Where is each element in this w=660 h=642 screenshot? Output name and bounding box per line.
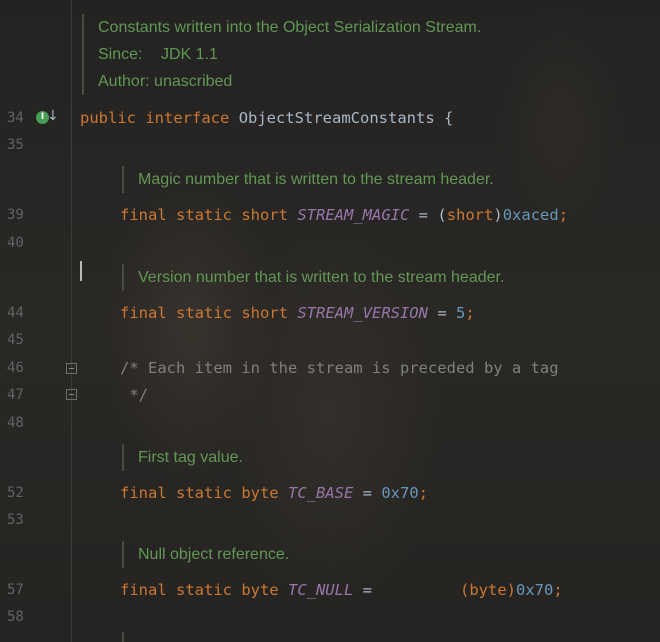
semicolon: ; [558, 206, 569, 224]
constant-name[interactable]: TC_NULL [288, 581, 353, 599]
line-number[interactable]: 47 [7, 385, 37, 405]
fold-expand-icon[interactable] [66, 389, 77, 400]
interface-doc-comment: Constants written into the Object Serial… [82, 14, 481, 95]
line-number[interactable]: 39 [7, 205, 37, 225]
tc-null-doc: Null object reference. [122, 541, 289, 568]
line-number[interactable]: 35 [7, 135, 37, 155]
interface-declaration[interactable]: public interface ObjectStreamConstants { [80, 108, 453, 128]
cast-type: (byte) [460, 581, 516, 599]
doc-text: First tag value. [138, 449, 243, 466]
stream-version-doc: Version number that is written to the st… [122, 264, 504, 291]
line-number[interactable]: 52 [7, 483, 37, 503]
semicolon: ; [553, 581, 563, 599]
tc-base-line[interactable]: final static byte TC_BASE = 0x70; [120, 483, 428, 503]
doc-text: Version number that is written to the st… [138, 269, 505, 286]
modifiers: final static byte [120, 484, 279, 502]
interface-name[interactable]: ObjectStreamConstants [239, 109, 435, 127]
block-comment-line-1[interactable]: /* Each item in the stream is preceded b… [120, 358, 559, 378]
semicolon: ; [465, 304, 475, 322]
semicolon: ; [418, 484, 429, 502]
cast-type: short [446, 206, 494, 224]
paren-open: ( [437, 206, 447, 224]
line-number[interactable]: 44 [7, 303, 37, 323]
open-brace: { [444, 109, 454, 127]
constant-name[interactable]: TC_BASE [288, 484, 353, 502]
block-comment-line-2[interactable]: */ [120, 385, 148, 405]
modifiers: final static short [120, 304, 288, 322]
doc-author-value: unascribed [154, 73, 233, 90]
line-number[interactable]: 46 [7, 358, 37, 378]
line-number[interactable]: 40 [7, 233, 37, 253]
paren-close: ) [493, 206, 503, 224]
numeric-value: 0x70 [516, 581, 554, 599]
doc-description: Constants written into the Object Serial… [98, 19, 482, 36]
doc-author-row: Author: unascribed [98, 68, 481, 95]
numeric-value: 5 [456, 304, 466, 322]
doc-text: Null object reference. [138, 546, 290, 563]
constant-name[interactable]: STREAM_MAGIC [297, 206, 409, 224]
modifiers: final static short [120, 206, 288, 224]
line-number[interactable]: 48 [7, 413, 37, 433]
constant-name[interactable]: STREAM_VERSION [297, 304, 428, 322]
line-number[interactable]: 57 [7, 580, 37, 600]
tc-null-line[interactable]: final static byte TC_NULL = (byte)0x70; [120, 580, 563, 600]
equals: = [362, 484, 372, 502]
stream-magic-line[interactable]: final static short STREAM_MAGIC = (short… [120, 205, 568, 225]
numeric-value: 0x70 [381, 484, 419, 502]
numeric-value: 0xaced [502, 206, 559, 224]
keyword-public: public [80, 109, 136, 127]
stream-version-line[interactable]: final static short STREAM_VERSION = 5; [120, 303, 475, 323]
doc-text: Magic number that is written to the stre… [138, 171, 494, 188]
line-number[interactable]: 34 [7, 108, 37, 128]
stream-magic-doc: Magic number that is written to the stre… [122, 166, 494, 193]
line-number[interactable]: 58 [7, 607, 37, 627]
doc-author-label: Author: [98, 73, 150, 90]
line-number[interactable]: 53 [7, 510, 37, 530]
doc-since-label: Since: [98, 46, 143, 63]
equals: = [418, 206, 428, 224]
modifiers: final static byte [120, 581, 279, 599]
tc-base-doc: First tag value. [122, 444, 243, 471]
fold-collapse-icon[interactable] [66, 363, 77, 374]
gutter-divider [71, 0, 72, 642]
navigate-down-arrow-icon[interactable]: ↓ [47, 108, 59, 124]
doc-since-row: Since: JDK 1.1 [98, 41, 481, 68]
text-caret [80, 261, 82, 281]
line-number[interactable]: 45 [7, 330, 37, 350]
doc-since-value: JDK 1.1 [161, 46, 218, 63]
next-doc-border [122, 632, 124, 642]
equals: = [437, 304, 447, 322]
keyword-interface: interface [145, 109, 230, 127]
equals: = [362, 581, 372, 599]
